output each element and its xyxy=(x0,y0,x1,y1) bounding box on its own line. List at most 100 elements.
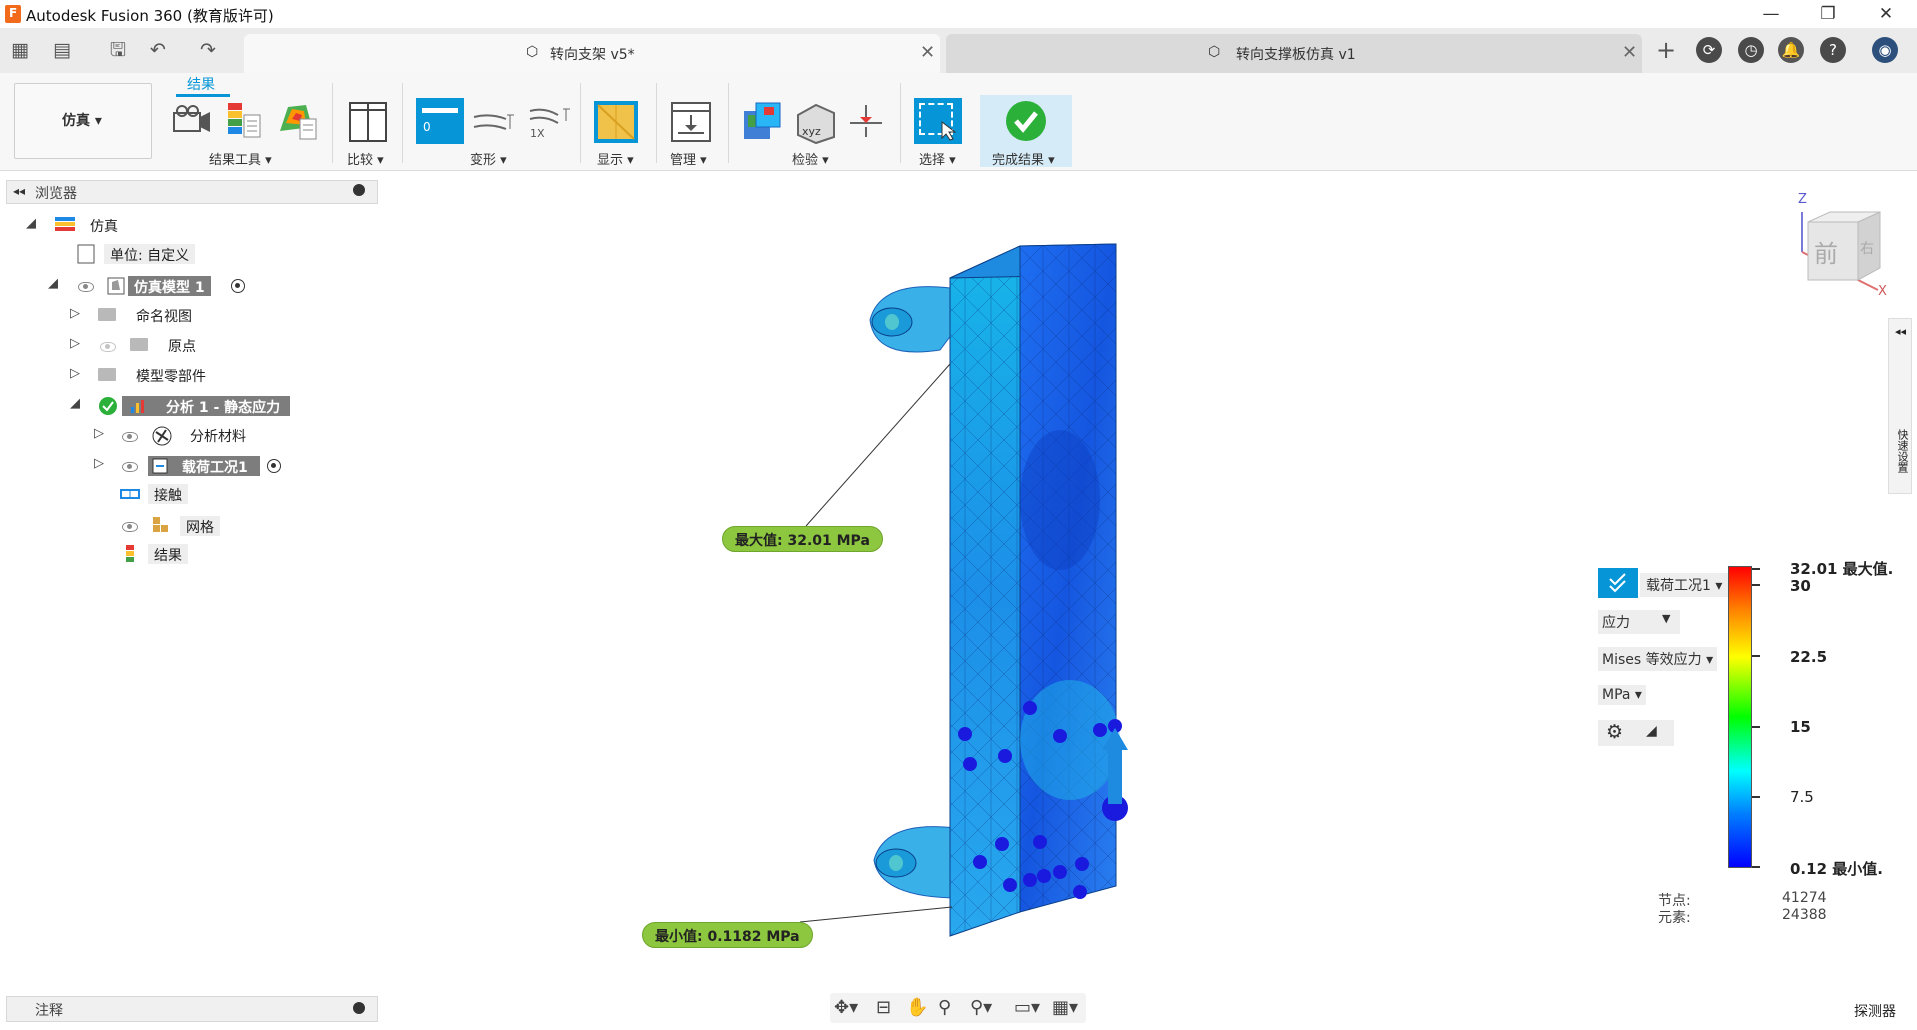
collapse-browser-icon[interactable]: ◂◂ xyxy=(13,184,25,198)
deform-value-1x: 1X xyxy=(530,127,545,140)
workspace-switcher[interactable]: 仿真 ▾ xyxy=(14,83,152,159)
job-status-icon[interactable]: ◷ xyxy=(1738,37,1764,63)
visibility-eye-icon[interactable] xyxy=(122,522,138,532)
min-value-callout[interactable]: 最小值: 0.1182 MPa xyxy=(642,922,813,948)
sync-icon[interactable]: ⟳ xyxy=(1696,37,1722,63)
expand-triangle-icon[interactable]: ◢ xyxy=(48,276,58,291)
finish-results-label[interactable]: 完成结果 ▾ xyxy=(992,149,1055,168)
workspace-label: 仿真 ▾ xyxy=(62,113,102,129)
display-group-label[interactable]: 显示 ▾ xyxy=(597,149,634,168)
view-cube[interactable]: Z X 前 右 xyxy=(1794,192,1894,299)
expand-triangle-icon[interactable]: ◢ xyxy=(26,216,36,231)
unit-dropdown[interactable]: MPa ▾ xyxy=(1598,685,1646,705)
deform-adjusted-icon[interactable] xyxy=(472,109,516,135)
inspect-colormap-icon[interactable] xyxy=(742,101,784,143)
tree-item-load-case[interactable]: 载荷工况1 xyxy=(148,456,260,476)
tree-item-named-views[interactable]: 命名视图 xyxy=(136,306,192,328)
legend-expand-icon[interactable]: ◢ xyxy=(1646,723,1657,739)
inspect-section-icon[interactable] xyxy=(846,101,886,141)
app-title: Autodesk Fusion 360 (教育版许可) xyxy=(26,7,274,25)
new-tab-plus-icon[interactable]: + xyxy=(1654,38,1678,62)
surface-plot-icon[interactable] xyxy=(276,101,318,141)
redo-icon[interactable]: ↷ xyxy=(196,38,220,62)
restore-button[interactable]: ❐ xyxy=(1808,2,1848,26)
select-group-label[interactable]: 选择 ▾ xyxy=(919,149,956,168)
tree-item-simulation[interactable]: 仿真 xyxy=(90,216,118,238)
activate-target-icon[interactable] xyxy=(267,459,281,473)
expand-panel-icon[interactable]: ◂◂ xyxy=(1895,325,1906,338)
load-case-dropdown[interactable]: 载荷工况1 ▾ xyxy=(1640,573,1729,597)
manage-group-label[interactable]: 管理 ▾ xyxy=(670,149,707,168)
bracket-front-mesh xyxy=(1020,244,1116,912)
look-at-icon[interactable]: ⊟ xyxy=(876,997,891,1018)
fusion-logo-icon xyxy=(5,5,21,23)
tree-item-units[interactable]: 单位: 自定义 xyxy=(104,244,196,264)
tree-item-analysis[interactable]: 分析 1 - 静态应力 xyxy=(122,396,290,416)
inspect-xyz-icon[interactable]: xyz xyxy=(794,101,836,145)
select-button[interactable] xyxy=(914,98,962,144)
close-window-button[interactable]: ✕ xyxy=(1866,2,1906,26)
tree-item-analysis-material[interactable]: 分析材料 xyxy=(190,426,246,448)
visibility-eye-icon[interactable] xyxy=(122,462,138,472)
orbit-icon[interactable]: ✥▾ xyxy=(834,997,858,1018)
tree-item-model-components[interactable]: 模型零部件 xyxy=(136,366,206,388)
user-avatar[interactable]: ◉ xyxy=(1872,37,1898,63)
display-settings-icon[interactable]: ▭▾ xyxy=(1014,997,1040,1018)
expand-triangle-icon[interactable]: ◢ xyxy=(70,396,80,411)
grid-settings-icon[interactable]: ▦▾ xyxy=(1052,997,1078,1018)
visibility-eye-icon[interactable] xyxy=(122,432,138,442)
tree-item-contact[interactable]: 接触 xyxy=(148,484,188,504)
manage-icon[interactable] xyxy=(670,101,712,143)
deform-scale-zero-button[interactable]: 0 xyxy=(416,98,464,144)
tab-close-icon[interactable]: ✕ xyxy=(1622,42,1637,63)
tab-doc-active[interactable]: ⬡ 转向支架 v5* ✕ xyxy=(244,34,940,73)
result-type-label: 应力 xyxy=(1602,615,1630,631)
tree-item-results[interactable]: 结果 xyxy=(148,544,188,564)
load-case-toggle-button[interactable] xyxy=(1598,568,1638,598)
expand-arrow-icon[interactable]: ▷ xyxy=(70,366,80,381)
result-type-dropdown[interactable]: 应力 ▼ xyxy=(1598,610,1680,634)
activate-target-icon[interactable] xyxy=(231,279,245,293)
pan-hand-icon[interactable]: ✋ xyxy=(906,997,928,1018)
probe-label[interactable]: 探测器 xyxy=(1854,1001,1896,1021)
minimize-button[interactable]: — xyxy=(1751,2,1791,26)
expand-arrow-icon[interactable]: ▷ xyxy=(94,426,104,441)
save-icon[interactable]: 🖫 xyxy=(106,38,130,62)
data-panel-grid-icon[interactable]: ▦ xyxy=(8,38,32,62)
fit-zoom-icon[interactable]: ⚲▾ xyxy=(970,997,992,1018)
zoom-icon[interactable]: ⚲ xyxy=(938,997,951,1018)
tree-item-mesh[interactable]: 网格 xyxy=(180,516,220,536)
notes-minimize-icon[interactable] xyxy=(353,1002,365,1014)
compare-icon[interactable] xyxy=(348,101,388,143)
expand-arrow-icon[interactable]: ▷ xyxy=(70,336,80,351)
expand-arrow-icon[interactable]: ▷ xyxy=(70,306,80,321)
gear-icon[interactable]: ⚙ xyxy=(1606,721,1623,743)
max-value-callout[interactable]: 最大值: 32.01 MPa xyxy=(722,526,883,552)
expand-arrow-icon[interactable]: ▷ xyxy=(94,456,104,471)
tree-item-sim-model[interactable]: 仿真模型 1 xyxy=(128,276,211,296)
tab-results[interactable]: 结果 xyxy=(176,73,230,97)
tab-close-icon[interactable]: ✕ xyxy=(920,42,935,63)
legend-options-icon[interactable] xyxy=(226,101,262,141)
stress-type-dropdown[interactable]: Mises 等效应力 ▾ xyxy=(1598,647,1718,671)
visibility-eye-icon[interactable] xyxy=(78,282,94,292)
tree-item-origin[interactable]: 原点 xyxy=(168,336,196,358)
display-icon[interactable] xyxy=(592,99,640,145)
deform-group-label[interactable]: 变形 ▾ xyxy=(470,149,507,168)
undo-icon[interactable]: ↶ xyxy=(146,38,170,62)
animate-camera-icon[interactable] xyxy=(172,103,212,139)
results-tools-group-label[interactable]: 结果工具 ▾ xyxy=(209,149,272,168)
tab-doc-inactive[interactable]: ⬡ 转向支撑板仿真 v1 ✕ xyxy=(946,34,1642,73)
hidden-eye-icon[interactable] xyxy=(100,342,116,352)
notes-panel-header[interactable]: 注释 xyxy=(6,996,378,1022)
help-icon[interactable]: ? xyxy=(1820,37,1846,63)
color-legend-bar xyxy=(1728,566,1752,868)
file-menu-icon[interactable]: ▤ xyxy=(50,38,74,62)
compare-group-label[interactable]: 比较 ▾ xyxy=(347,149,384,168)
inspect-group-label[interactable]: 检验 ▾ xyxy=(792,149,829,168)
browser-minimize-icon[interactable] xyxy=(353,184,365,196)
contact-icon xyxy=(120,489,140,499)
notification-bell-icon[interactable]: 🔔 xyxy=(1778,37,1804,63)
quick-setup-panel[interactable]: ◂◂ 快速设置 xyxy=(1888,318,1912,494)
browser-panel-header[interactable]: ◂◂ 浏览器 xyxy=(6,180,378,204)
